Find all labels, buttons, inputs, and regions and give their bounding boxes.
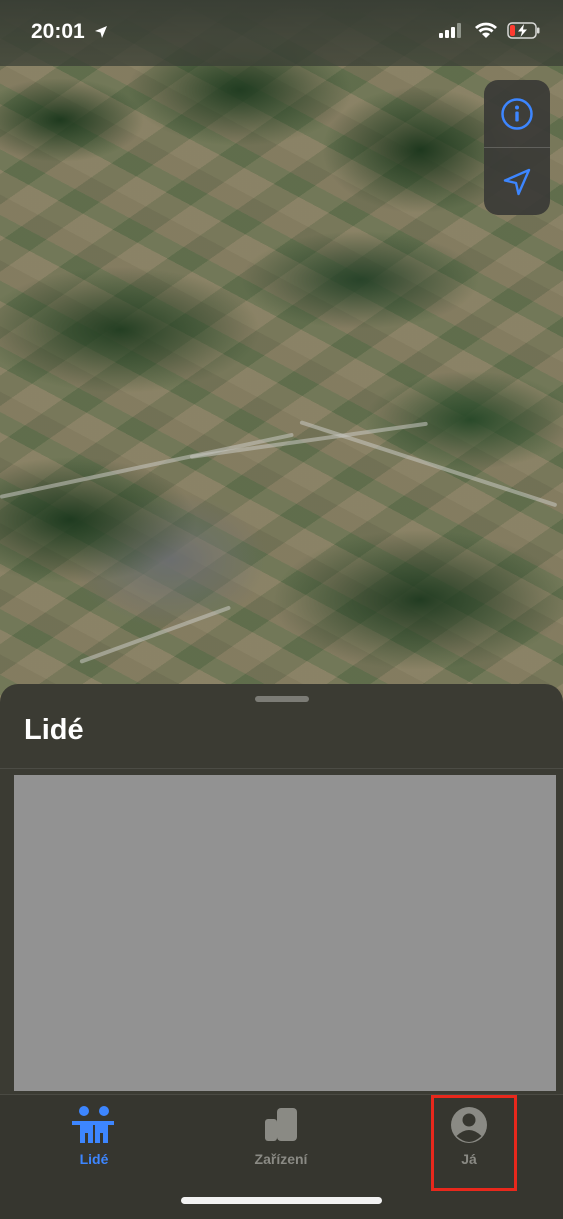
- location-arrow-icon: [503, 168, 531, 195]
- people-icon: [72, 1106, 114, 1143]
- map-info-button[interactable]: [484, 80, 550, 147]
- tab-devices[interactable]: Zařízení: [226, 1105, 336, 1167]
- tab-people-label: Lidé: [79, 1151, 109, 1167]
- satellite-map[interactable]: [0, 0, 563, 720]
- battery-charging-icon: [507, 22, 540, 39]
- sheet-grabber[interactable]: [255, 696, 309, 702]
- map-controls: [484, 80, 550, 215]
- map-road: [79, 605, 232, 664]
- devices-icon: [265, 1108, 297, 1141]
- tab-devices-label: Zařízení: [254, 1151, 308, 1167]
- info-icon: [501, 97, 533, 130]
- home-indicator[interactable]: [181, 1197, 382, 1204]
- tab-people[interactable]: Lidé: [39, 1105, 149, 1167]
- highlight-box: [431, 1095, 517, 1191]
- map-road: [0, 432, 294, 499]
- sheet-divider: [0, 768, 563, 769]
- redacted-content: [14, 775, 556, 1091]
- status-time: 20:01: [31, 20, 85, 43]
- location-arrow-icon: [95, 26, 107, 38]
- wifi-icon: [475, 22, 497, 38]
- status-bar: 20:01: [0, 0, 563, 66]
- sheet-title: Lidé: [24, 714, 84, 746]
- map-road: [299, 420, 558, 508]
- cellular-signal-icon: [439, 23, 461, 38]
- map-location-button[interactable]: [484, 148, 550, 215]
